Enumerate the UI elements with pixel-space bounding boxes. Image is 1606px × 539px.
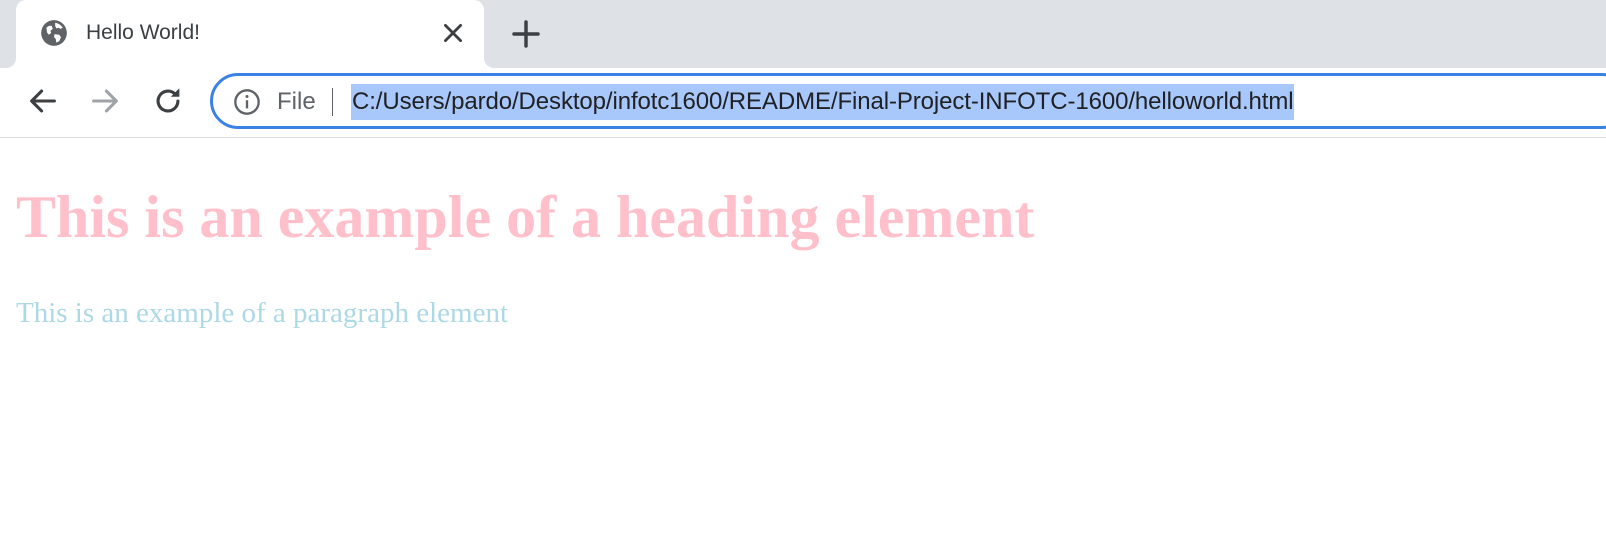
back-arrow-icon[interactable] <box>26 84 60 118</box>
new-tab-plus-icon[interactable] <box>510 18 542 50</box>
navigation-toolbar: File C:/Users/pardo/Desktop/infotc1600/R… <box>0 68 1606 138</box>
page-paragraph: This is an example of a paragraph elemen… <box>16 297 508 329</box>
tab-title: Hello World! <box>86 21 200 44</box>
globe-icon <box>41 20 67 46</box>
reload-icon[interactable] <box>151 84 185 118</box>
page-content: This is an example of a heading element … <box>0 139 1606 539</box>
address-bar[interactable]: File C:/Users/pardo/Desktop/infotc1600/R… <box>210 73 1606 129</box>
page-heading: This is an example of a heading element <box>16 184 1035 250</box>
browser-window: Hello World! File C:/Users/pardo/Desktop… <box>0 0 1606 539</box>
close-icon[interactable] <box>440 20 466 46</box>
tab-hello-world[interactable]: Hello World! <box>16 0 484 68</box>
url-text-selected[interactable]: C:/Users/pardo/Desktop/infotc1600/README… <box>351 84 1295 120</box>
scheme-label: File <box>277 88 316 115</box>
scheme-divider <box>332 88 333 116</box>
forward-arrow-icon[interactable] <box>88 84 122 118</box>
tab-strip: Hello World! <box>0 0 1606 68</box>
info-icon[interactable] <box>233 88 261 116</box>
